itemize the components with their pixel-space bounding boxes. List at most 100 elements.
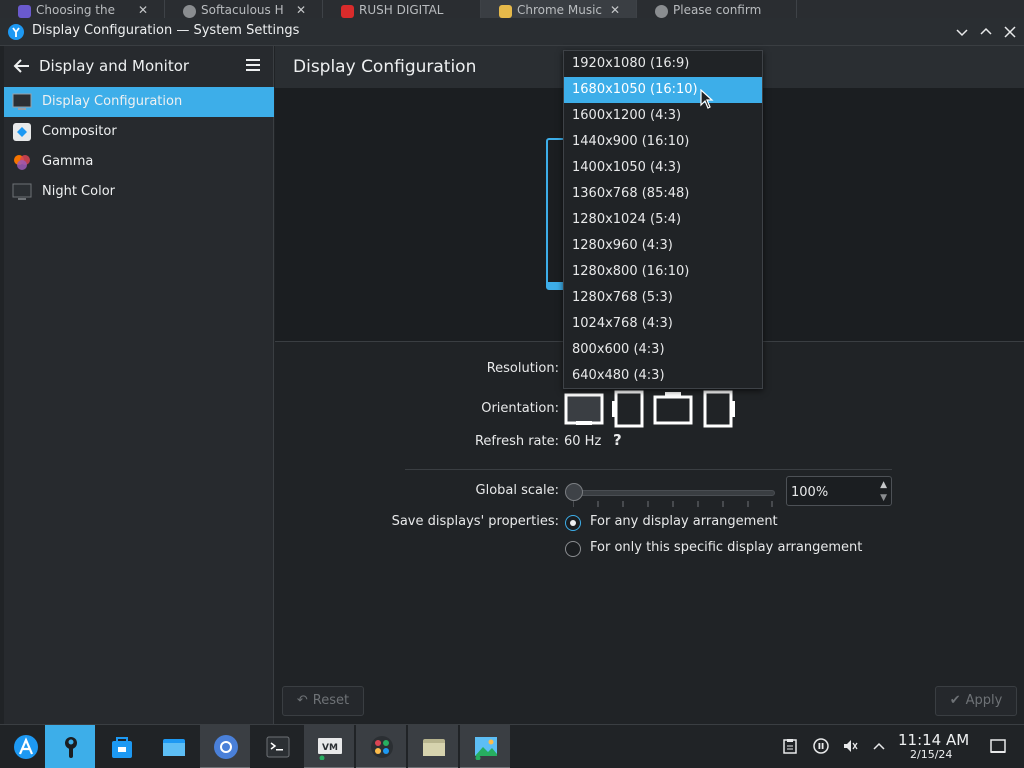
clock-time[interactable]: 11:14 AM (898, 731, 969, 749)
resolution-option[interactable]: 1280x768 (5:3) (564, 285, 762, 311)
tab-close-icon[interactable]: ✕ (610, 3, 620, 17)
portrait-right-icon (703, 390, 735, 428)
chevron-up-icon (980, 27, 992, 35)
tab-favicon-icon (341, 5, 354, 18)
spin-up-icon[interactable]: ▲ (880, 480, 887, 490)
resolution-option[interactable]: 1024x768 (4:3) (564, 311, 762, 337)
global-scale-input[interactable] (791, 483, 871, 501)
landscape-icon (564, 393, 604, 425)
resolution-option[interactable]: 1400x1050 (4:3) (564, 155, 762, 181)
global-scale-label: Global scale: (475, 483, 559, 498)
close-button[interactable] (1000, 22, 1020, 42)
resolution-option[interactable]: 1440x900 (16:10) (564, 129, 762, 155)
close-icon (1004, 26, 1016, 38)
launcher-icon (14, 735, 38, 759)
undo-icon: ↶ (296, 693, 308, 708)
separator (405, 469, 892, 470)
sidebar-item-label: Compositor (42, 124, 117, 139)
sidebar-title: Display and Monitor (39, 57, 190, 75)
minimize-button[interactable] (952, 22, 972, 42)
taskbar-system-settings[interactable] (45, 725, 95, 768)
monitor-icon (12, 93, 32, 110)
taskbar-chromium[interactable] (200, 725, 250, 768)
save-properties-label: Save displays' properties: (391, 514, 559, 529)
tab-favicon-icon (18, 5, 31, 18)
resolution-option[interactable]: 1280x800 (16:10) (564, 259, 762, 285)
tab-favicon-icon (183, 5, 196, 18)
resolution-label: Resolution: (486, 361, 559, 376)
orientation-portrait-right-button[interactable] (702, 389, 738, 433)
media-pause-icon[interactable] (813, 738, 829, 754)
portrait-left-icon (612, 390, 644, 428)
browser-tab[interactable]: Choosing the ✕ (0, 0, 165, 18)
folder-icon (423, 739, 445, 756)
taskbar-vm-manager[interactable]: VM (304, 725, 354, 768)
svg-text:VM: VM (322, 743, 338, 753)
taskbar-discover[interactable] (96, 725, 146, 768)
inverted-icon (653, 392, 693, 425)
spin-down-icon[interactable]: ▼ (880, 493, 887, 503)
resolution-option[interactable]: 1280x960 (4:3) (564, 233, 762, 259)
sidebar-item-compositor[interactable]: Compositor (4, 117, 274, 147)
application-launcher-button[interactable] (0, 725, 50, 768)
radio-specific-arrangement-label[interactable]: For only this specific display arrangeme… (590, 540, 862, 555)
clipboard-icon[interactable] (782, 738, 798, 754)
radio-any-arrangement[interactable] (565, 515, 581, 531)
orientation-label: Orientation: (481, 401, 559, 416)
volume-muted-icon[interactable] (842, 738, 858, 754)
sidebar-header: Display and Monitor (4, 46, 274, 86)
orientation-inverted-button[interactable] (652, 391, 694, 431)
resolution-option[interactable]: 1920x1080 (16:9) (564, 51, 762, 77)
resolution-option[interactable]: 1680x1050 (16:10) (564, 77, 762, 103)
back-button[interactable] (12, 56, 32, 76)
global-scale-spinbox[interactable]: ▲ ▼ (786, 476, 892, 506)
mouse-cursor-icon (700, 89, 714, 109)
global-scale-slider-handle[interactable] (565, 483, 583, 501)
orientation-portrait-left-button[interactable] (612, 389, 646, 433)
night-color-icon (12, 183, 32, 200)
reset-button[interactable]: ↶ Reset (282, 686, 364, 716)
taskbar-image-viewer[interactable] (460, 725, 510, 768)
maximize-button[interactable] (976, 22, 996, 42)
apply-button[interactable]: ✔ Apply (935, 686, 1017, 716)
resolution-option[interactable]: 1280x1024 (5:4) (564, 207, 762, 233)
radio-specific-arrangement[interactable] (565, 541, 581, 557)
orientation-landscape-button[interactable] (564, 391, 604, 431)
tab-close-icon[interactable]: ✕ (296, 3, 306, 17)
taskbar-colors[interactable] (356, 725, 406, 768)
tab-favicon-icon (655, 5, 668, 18)
radio-any-arrangement-label[interactable]: For any display arrangement (590, 514, 778, 529)
resolution-option[interactable]: 1360x768 (85:48) (564, 181, 762, 207)
browser-tab[interactable]: Please confirm (637, 0, 797, 18)
refresh-rate-label: Refresh rate: (474, 434, 559, 449)
browser-tab[interactable]: Chrome Music ✕ (481, 0, 637, 18)
taskbar-terminal[interactable] (252, 725, 302, 768)
shopping-bag-icon (112, 737, 132, 758)
hamburger-menu-button[interactable] (244, 56, 262, 74)
taskbar-folder[interactable] (408, 725, 458, 768)
global-scale-slider-track[interactable] (571, 490, 775, 496)
sidebar-item-display-configuration[interactable]: Display Configuration (4, 87, 274, 117)
resolution-option[interactable]: 1600x1200 (4:3) (564, 103, 762, 129)
window-titlebar[interactable]: Display Configuration — System Settings (0, 18, 1024, 46)
color-palette-icon (371, 736, 393, 758)
system-settings-app-icon (8, 24, 24, 40)
sidebar-item-gamma[interactable]: Gamma (4, 147, 274, 177)
folder-icon (163, 739, 185, 756)
browser-tab[interactable]: Softaculous H ✕ (165, 0, 323, 18)
refresh-rate-value: 60 Hz (564, 434, 602, 449)
sidebar-item-night-color[interactable]: Night Color (4, 177, 274, 207)
tab-close-icon[interactable]: ✕ (138, 3, 148, 17)
taskbar-file-manager[interactable] (148, 725, 198, 768)
browser-tab-strip: Choosing the ✕ Softaculous H ✕ RUSH DIGI… (0, 0, 1024, 18)
help-button[interactable]: ? (613, 431, 622, 449)
resolution-dropdown-list[interactable]: 1920x1080 (16:9) 1680x1050 (16:10) 1600x… (563, 50, 763, 389)
virtual-machine-icon: VM (318, 738, 342, 760)
browser-tab[interactable]: RUSH DIGITAL (323, 0, 481, 18)
show-desktop-icon[interactable] (990, 738, 1006, 754)
clock-date[interactable]: 2/15/24 (910, 748, 952, 761)
resolution-option[interactable]: 640x480 (4:3) (564, 363, 762, 389)
slider-ticks (573, 501, 773, 507)
chevron-up-icon[interactable] (871, 738, 887, 754)
resolution-option[interactable]: 800x600 (4:3) (564, 337, 762, 363)
